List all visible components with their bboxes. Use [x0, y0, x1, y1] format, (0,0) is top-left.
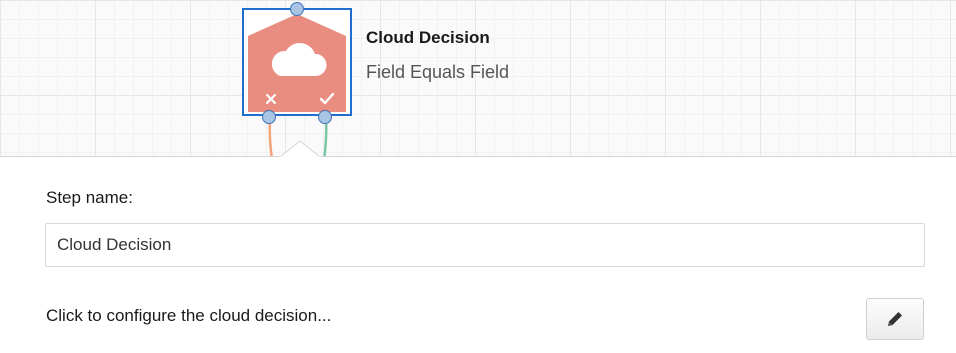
- configure-decision-text: Click to configure the cloud decision...: [46, 306, 332, 325]
- step-name-input[interactable]: [45, 223, 925, 267]
- no-branch-handle[interactable]: [262, 110, 276, 124]
- step-name-label: Step name:: [46, 188, 133, 207]
- pencil-icon: [888, 312, 902, 326]
- node-subtitle: Field Equals Field: [366, 62, 510, 82]
- input-handle[interactable]: [290, 2, 304, 16]
- node-title: Cloud Decision: [366, 28, 490, 47]
- no-branch-connector: [268, 118, 274, 160]
- yes-branch-connector: [322, 118, 328, 160]
- cloud-decision-node[interactable]: [242, 8, 352, 116]
- yes-branch-handle[interactable]: [318, 110, 332, 124]
- panel-pointer: [280, 140, 320, 158]
- decision-shape: [248, 14, 346, 112]
- edit-decision-button[interactable]: [866, 298, 924, 340]
